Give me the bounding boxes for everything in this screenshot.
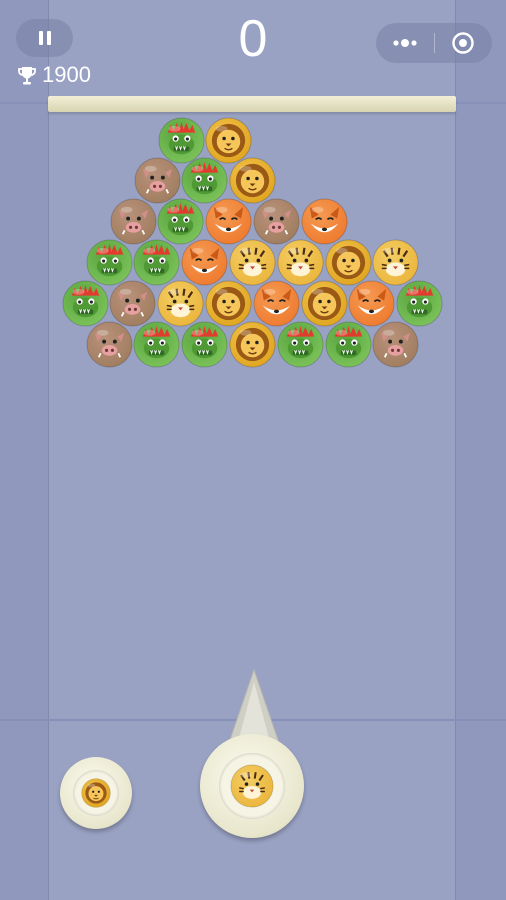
lion-icon (300, 280, 348, 327)
bubble-dragon (157, 198, 204, 245)
fox-icon (181, 239, 228, 286)
dragon-icon (133, 239, 180, 286)
tiger-icon (372, 239, 419, 286)
bubble-lion (229, 321, 276, 368)
bubble-boar (109, 280, 156, 327)
next-bubble[interactable] (81, 778, 111, 808)
bubble-dragon (181, 321, 228, 368)
fox-icon (348, 280, 395, 327)
tiger-icon (157, 280, 204, 327)
dragon-icon (157, 116, 205, 164)
fox-icon (301, 198, 348, 245)
boar-icon (253, 198, 300, 245)
bubble-dragon (396, 280, 443, 327)
bubble-dragon (181, 157, 228, 204)
boar-icon (133, 157, 181, 204)
bubble-dragon (133, 239, 180, 286)
bubble-dragon (157, 116, 205, 164)
bubble-boar (85, 321, 133, 368)
boar-icon (372, 321, 419, 368)
dragon-icon (324, 321, 372, 368)
current-bubble[interactable] (230, 764, 274, 808)
boar-icon (109, 198, 157, 245)
tiger-icon (230, 764, 274, 808)
lion-icon (324, 239, 372, 286)
dragon-icon (61, 280, 109, 327)
bubble-lion (324, 239, 372, 286)
bubble-fox (181, 239, 228, 286)
bubble-dragon (133, 321, 180, 368)
bubble-fox (301, 198, 348, 245)
bubble-fox (348, 280, 395, 327)
fox-icon (253, 280, 300, 327)
bubble-lion (205, 116, 252, 164)
bubble-tiger (229, 239, 276, 286)
lion-icon (229, 157, 276, 204)
dragon-icon (157, 198, 204, 245)
bubble-boar (133, 157, 181, 204)
bubble-dragon (324, 321, 372, 368)
lion-icon (205, 116, 252, 164)
bubble-tiger (277, 239, 324, 286)
bubble-lion (229, 157, 276, 204)
dragon-icon (133, 321, 180, 368)
dragon-icon (181, 157, 228, 204)
bubble-tiger (372, 239, 419, 286)
bubble-fox (205, 198, 252, 245)
bubble-boar (253, 198, 300, 245)
dragon-icon (85, 239, 133, 286)
tiger-icon (277, 239, 324, 286)
bubble-dragon (61, 280, 109, 327)
dragon-icon (181, 321, 228, 368)
boar-icon (109, 280, 156, 327)
tiger-icon (229, 239, 276, 286)
lion-icon (81, 778, 111, 808)
bubble-lion (205, 280, 252, 327)
dragon-icon (277, 321, 324, 368)
dragon-icon (396, 280, 443, 327)
boar-icon (85, 321, 133, 368)
lion-icon (205, 280, 252, 327)
bubble-fox (253, 280, 300, 327)
bubble-dragon (85, 239, 133, 286)
bubble-tiger (157, 280, 204, 327)
lion-icon (229, 321, 276, 368)
bubble-lion (300, 280, 348, 327)
bubble-boar (372, 321, 419, 368)
bubble-dragon (277, 321, 324, 368)
bubble-boar (109, 198, 157, 245)
fox-icon (205, 198, 252, 245)
